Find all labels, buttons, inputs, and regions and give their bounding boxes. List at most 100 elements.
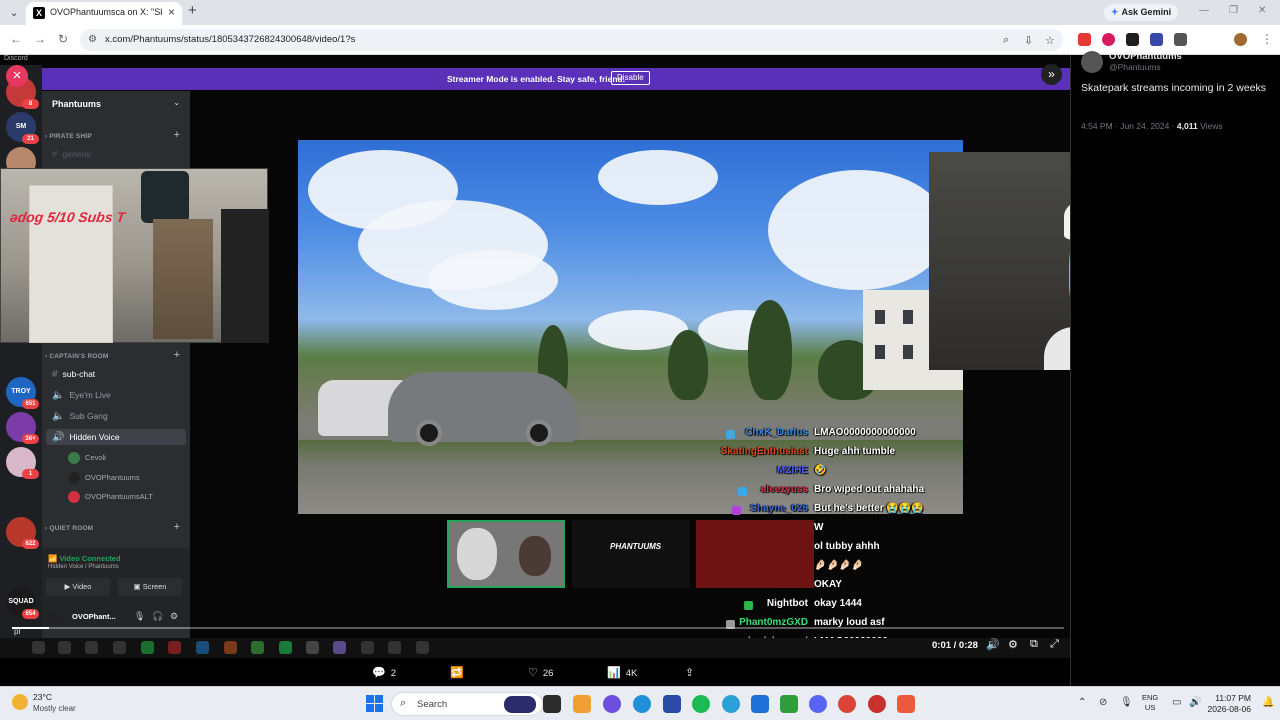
app-icon[interactable] xyxy=(868,695,886,713)
new-tab-icon[interactable]: + xyxy=(188,2,197,19)
chat-message: Bro wiped out ahahaha xyxy=(814,484,925,495)
minimize-icon[interactable]: — xyxy=(1199,5,1209,16)
voice-user[interactable]: Cevoli xyxy=(68,452,106,464)
channel-sub-chat[interactable]: # sub-chat xyxy=(52,369,95,380)
app-icon[interactable] xyxy=(663,695,681,713)
screen-share-button[interactable]: ▣ Screen xyxy=(118,578,182,596)
reload-icon[interactable]: ↻ xyxy=(58,32,68,46)
tab-search-icon[interactable]: ⌄ xyxy=(6,5,22,21)
extension-3-icon[interactable] xyxy=(1126,33,1139,46)
share-button[interactable]: ⇪ xyxy=(685,666,699,679)
forward-icon[interactable]: → xyxy=(34,32,46,46)
discord-icon[interactable] xyxy=(809,695,827,713)
like-button[interactable]: ♡ 26 xyxy=(528,666,553,679)
channel-hidden-voice[interactable]: 🔊 Hidden Voice xyxy=(52,432,120,443)
chat-username[interactable]: aleezyuss xyxy=(698,484,808,495)
chat-username[interactable]: Shayne_026 xyxy=(698,503,808,514)
taskbar-search[interactable]: ⌕ Search xyxy=(391,692,543,716)
extension-4-icon[interactable] xyxy=(1150,33,1163,46)
add-channel-icon[interactable]: + xyxy=(174,349,180,361)
start-button[interactable] xyxy=(366,695,383,712)
extension-2-icon[interactable] xyxy=(1102,33,1115,46)
xbox-icon[interactable] xyxy=(780,695,798,713)
weather-sun-icon[interactable] xyxy=(12,694,28,710)
back-icon[interactable]: ← xyxy=(10,32,22,46)
calculator-icon[interactable] xyxy=(751,695,769,713)
channel-eye-m-live[interactable]: 🔈 Eye'm Live xyxy=(52,390,111,401)
gear-icon[interactable]: ⚙ xyxy=(170,611,178,622)
chat-username[interactable]: SkatingEnthusiast xyxy=(698,446,808,457)
tab-list-icon[interactable] xyxy=(1210,33,1223,46)
stream-thumbnail-red[interactable] xyxy=(696,520,814,588)
edge-icon[interactable] xyxy=(633,695,651,713)
file-explorer-icon[interactable] xyxy=(573,695,591,713)
server-name[interactable]: Phantuums xyxy=(52,99,101,109)
add-channel-icon[interactable]: + xyxy=(174,521,180,533)
weather-description[interactable]: Mostly clear xyxy=(33,704,76,713)
video-player[interactable]: Discord 8 SM 21 135 TROY 651 36+ 1 622 S… xyxy=(0,55,1070,685)
install-icon[interactable]: ⇩ xyxy=(1024,34,1033,47)
chrome-icon[interactable] xyxy=(838,695,856,713)
network-off-icon[interactable]: ⊘ xyxy=(1099,697,1107,708)
notification-bell-icon[interactable]: 🔔 xyxy=(1262,697,1274,708)
voice-user[interactable]: OVOPhantuumsALT xyxy=(68,491,153,503)
repost-button[interactable]: 🔁 xyxy=(450,666,469,679)
category-captains-room[interactable]: › CAPTAIN'S ROOM xyxy=(45,353,109,360)
site-info-icon[interactable]: ⚙ xyxy=(88,34,97,45)
mute-icon[interactable]: 🎙 xyxy=(134,611,145,622)
menu-kebab-icon[interactable]: ⋮ xyxy=(1261,32,1273,46)
address-bar[interactable]: ⚙ x.com/Phantuums/status/180534372682430… xyxy=(80,29,1063,51)
bookmark-star-icon[interactable]: ☆ xyxy=(1045,34,1055,47)
tab-close-icon[interactable]: × xyxy=(168,5,175,19)
reply-button[interactable]: 💬 2 xyxy=(372,666,396,679)
category-quiet-room[interactable]: › QUIET ROOM xyxy=(45,525,93,532)
views-button[interactable]: 📊 4K xyxy=(607,666,637,679)
browser-tab[interactable]: X OVOPhantuumsca on X: "Skatepark × xyxy=(26,2,182,25)
telegram-icon[interactable] xyxy=(722,695,740,713)
disable-button[interactable]: Disable xyxy=(611,71,650,85)
window-close-icon[interactable]: ✕ xyxy=(1258,5,1266,16)
add-channel-icon[interactable]: + xyxy=(174,129,180,141)
volume-icon[interactable]: 🔊 xyxy=(1189,697,1201,708)
chat-username[interactable]: MZIHE xyxy=(698,465,808,476)
ask-gemini-button[interactable]: ✦ Ask Gemini xyxy=(1104,4,1179,21)
tweet-time[interactable]: 4:54 PM · Jun 24, 2024 · xyxy=(1081,121,1177,131)
close-overlay-icon[interactable]: × xyxy=(6,65,28,87)
avatar[interactable] xyxy=(48,611,60,623)
voice-user[interactable]: OVOPhantuums xyxy=(68,472,140,484)
microphone-icon[interactable]: 🎙 xyxy=(1120,697,1133,708)
monitor-icon[interactable]: ▭ xyxy=(1172,697,1181,708)
expand-panel-icon[interactable]: » xyxy=(1041,64,1062,85)
video-button[interactable]: ▶ Video xyxy=(46,578,110,596)
pip-icon[interactable]: ⧉ xyxy=(1030,638,1038,651)
chevron-up-icon[interactable]: ⌃ xyxy=(1078,697,1086,708)
app-icon[interactable] xyxy=(897,695,915,713)
channel-general[interactable]: # general xyxy=(52,149,91,160)
fullscreen-icon[interactable]: ⤢ xyxy=(1050,638,1059,651)
stream-thumbnail-logo[interactable]: PHANTUUMS xyxy=(572,520,690,588)
extensions-puzzle-icon[interactable] xyxy=(1174,33,1187,46)
server-badge-2: 21 xyxy=(22,134,39,144)
volume-icon[interactable]: 🔊 xyxy=(986,638,1000,651)
channel-sub-gang[interactable]: 🔈 Sub Gang xyxy=(52,411,108,422)
zoom-icon[interactable]: ⌕ xyxy=(1003,34,1009,47)
settings-gear-icon[interactable]: ⚙ xyxy=(1008,638,1018,651)
clock[interactable]: 11:07 PM 2026-08-06 xyxy=(1205,693,1251,715)
avatar[interactable] xyxy=(1081,51,1103,73)
spotify-icon[interactable] xyxy=(692,695,710,713)
restore-icon[interactable]: ❐ xyxy=(1229,5,1238,16)
language-indicator[interactable]: ENG US xyxy=(1142,693,1158,713)
profile-avatar[interactable] xyxy=(1234,33,1247,46)
tweet-author-handle[interactable]: @Phantuums xyxy=(1109,62,1161,72)
extension-1-icon[interactable] xyxy=(1078,33,1091,46)
headphones-icon[interactable]: 🎧 xyxy=(152,611,163,622)
video-progress-bar[interactable] xyxy=(12,627,1064,629)
copilot-icon[interactable] xyxy=(603,695,621,713)
tweet-author-name[interactable]: OVOPhantuums xyxy=(1109,51,1182,62)
chevron-down-icon[interactable]: ⌄ xyxy=(173,98,180,107)
chat-username[interactable]: ChxK_Darius xyxy=(698,427,808,438)
stream-thumbnail-webcam[interactable] xyxy=(447,520,565,588)
task-view-icon[interactable] xyxy=(543,695,561,713)
weather-temp[interactable]: 23°C xyxy=(33,692,52,702)
category-pirate-ship[interactable]: › PIRATE SHIP xyxy=(45,133,92,140)
